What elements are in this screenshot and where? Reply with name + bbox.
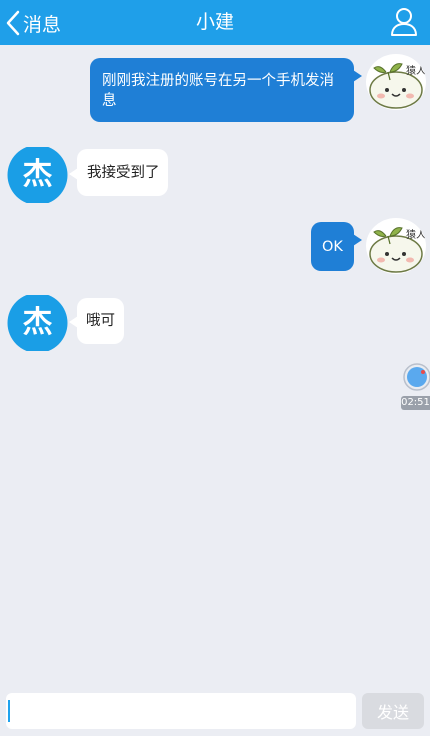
svg-text:猿人: 猿人 [406, 228, 426, 241]
top-bar: 消息 小建 [0, 0, 430, 45]
profile-button[interactable] [390, 7, 418, 37]
message-bubble-outgoing[interactable]: 刚刚我注册的账号在另一个手机发消息 [90, 58, 354, 122]
contact-avatar[interactable]: 杰 [7, 147, 68, 203]
my-avatar[interactable]: 猿人 [366, 54, 426, 110]
person-icon [391, 8, 417, 36]
text-caret [8, 700, 10, 722]
voice-record-button[interactable] [402, 362, 430, 392]
message-text: 我接受到了 [87, 165, 160, 181]
svg-text:猿人: 猿人 [406, 64, 426, 77]
contact-avatar-initial: 杰 [22, 157, 53, 192]
composer-bar: 发送 [0, 684, 430, 736]
conversation-title: 小建 [195, 11, 234, 33]
message-text: 刚刚我注册的账号在另一个手机发消息 [102, 73, 334, 109]
message-bubble-incoming[interactable]: 我接受到了 [77, 149, 168, 196]
message-text: OK [322, 239, 343, 255]
voice-duration: 02:51 [401, 396, 430, 410]
sprout-mascot-icon: 猿人 [366, 218, 426, 274]
bubble-tail [353, 234, 362, 246]
message-bubble-outgoing[interactable]: OK [311, 222, 354, 271]
send-button[interactable]: 发送 [362, 693, 424, 729]
sprout-mascot-icon: 猿人 [366, 54, 426, 110]
contact-avatar[interactable]: 杰 [7, 295, 68, 351]
record-icon [403, 363, 430, 391]
message-bubble-incoming[interactable]: 哦可 [77, 298, 124, 344]
bubble-tail [353, 70, 362, 82]
message-text: 哦可 [86, 313, 115, 329]
contact-avatar-initial: 杰 [22, 305, 53, 340]
my-avatar[interactable]: 猿人 [366, 218, 426, 274]
message-input[interactable] [6, 693, 356, 729]
